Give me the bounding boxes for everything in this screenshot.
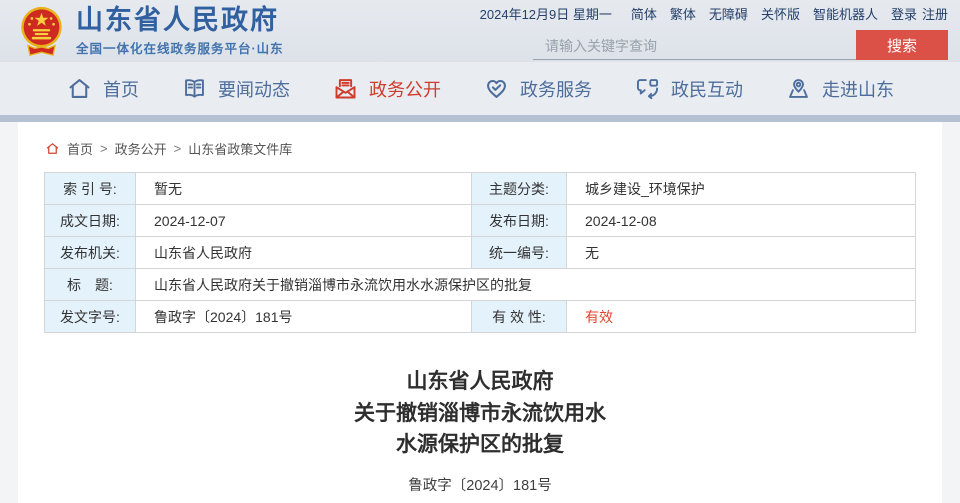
meta-value-written-date: 2024-12-07 — [135, 204, 472, 237]
nav-item-gov-disclosure[interactable]: 政务公开 — [332, 75, 441, 102]
link-register[interactable]: 注册 — [922, 4, 948, 23]
chat-bubbles-icon — [636, 79, 659, 100]
nav-label: 政务服务 — [520, 79, 592, 100]
link-login[interactable]: 登录 — [891, 4, 917, 23]
top-links-bar: 2024年12月9日 星期一 简体 繁体 无障碍 关怀版 智能机器人 登录 注册 — [480, 4, 948, 23]
table-row: 发文字号: 鲁政字〔2024〕181号 有 效 性: 有效 — [44, 300, 916, 333]
heart-icon — [487, 79, 506, 98]
validity-status-badge: 有效 — [566, 300, 916, 333]
document-title-line: 水源保护区的批复 — [396, 433, 564, 456]
breadcrumb-home-icon — [46, 143, 59, 154]
search-input[interactable] — [533, 33, 856, 60]
meta-label-validity: 有 效 性: — [471, 300, 567, 333]
document-title: 山东省人民政府 关于撤销淄博市永流饮用水 水源保护区的批复 — [18, 366, 942, 461]
meta-label-written-date: 成文日期: — [44, 204, 136, 237]
site-header: 山东省人民政府 全国一体化在线政务服务平台·山东 2024年12月9日 星期一 … — [0, 0, 960, 62]
map-pin-icon — [789, 79, 808, 98]
site-title: 山东省人民政府 — [76, 5, 279, 35]
breadcrumb-separator: > — [100, 141, 108, 156]
meta-value-unified-no: 无 — [566, 236, 916, 269]
meta-label-publish-date: 发布日期: — [471, 204, 567, 237]
meta-label-topic: 主题分类: — [471, 172, 567, 205]
link-simplified[interactable]: 简体 — [631, 4, 657, 23]
meta-value-index-no: 暂无 — [135, 172, 472, 205]
search-bar: 搜索 — [533, 30, 948, 60]
meta-value-issuing-agency: 山东省人民政府 — [135, 236, 472, 269]
table-row: 标 题: 山东省人民政府关于撤销淄博市永流饮用水水源保护区的批复 — [44, 268, 916, 301]
meta-label-issuing-agency: 发布机关: — [44, 236, 136, 269]
breadcrumb-gov-disclosure[interactable]: 政务公开 — [115, 139, 167, 158]
nav-item-about-shandong[interactable]: 走进山东 — [785, 75, 894, 102]
link-accessibility[interactable]: 无障碍 — [709, 4, 748, 23]
breadcrumb: 首页 > 政务公开 > 山东省政策文件库 — [18, 122, 942, 158]
nav-item-interaction[interactable]: 政民互动 — [634, 75, 743, 102]
link-care-version[interactable]: 关怀版 — [761, 4, 800, 23]
nav-divider — [0, 115, 960, 122]
book-icon — [185, 79, 204, 98]
table-row: 发布机关: 山东省人民政府 统一编号: 无 — [44, 236, 916, 269]
nav-label: 政务公开 — [369, 79, 441, 100]
national-emblem-logo — [21, 6, 62, 56]
nav-label: 走进山东 — [822, 79, 894, 100]
brand-block: 山东省人民政府 全国一体化在线政务服务平台·山东 — [76, 5, 284, 57]
breadcrumb-policy-library[interactable]: 山东省政策文件库 — [188, 139, 292, 158]
breadcrumb-separator: > — [173, 141, 182, 156]
header-right: 2024年12月9日 星期一 简体 繁体 无障碍 关怀版 智能机器人 登录 注册… — [480, 2, 952, 60]
nav-label: 政民互动 — [671, 79, 743, 100]
meta-label-index-no: 索 引 号: — [44, 172, 136, 205]
document-title-line: 山东省人民政府 — [406, 370, 554, 393]
nav-label: 首页 — [103, 79, 139, 100]
main-nav: 首页 要闻动态 政务公开 政务服务 政民互动 走进山东 — [0, 62, 960, 115]
table-row: 索 引 号: 暂无 主题分类: 城乡建设_环境保护 — [44, 172, 916, 205]
meta-value-topic: 城乡建设_环境保护 — [566, 172, 916, 205]
home-icon — [69, 79, 90, 98]
current-date: 2024年12月9日 星期一 — [479, 7, 612, 22]
link-traditional[interactable]: 繁体 — [670, 4, 696, 23]
meta-label-title: 标 题: — [44, 268, 136, 301]
envelope-doc-icon — [335, 79, 356, 99]
breadcrumb-home[interactable]: 首页 — [67, 139, 93, 158]
document-number: 鲁政字〔2024〕181号 — [408, 477, 552, 494]
meta-label-unified-no: 统一编号: — [471, 236, 567, 269]
meta-value-title: 山东省人民政府关于撤销淄博市永流饮用水水源保护区的批复 — [135, 268, 916, 301]
site-subtitle: 全国一体化在线政务服务平台·山东 — [76, 42, 284, 56]
link-robot[interactable]: 智能机器人 — [813, 4, 878, 23]
document-meta-table: 索 引 号: 暂无 主题分类: 城乡建设_环境保护 成文日期: 2024-12-… — [44, 172, 916, 333]
content-panel: 首页 > 政务公开 > 山东省政策文件库 索 引 号: 暂无 主题分类: 城乡建… — [18, 122, 942, 503]
meta-value-doc-number: 鲁政字〔2024〕181号 — [135, 300, 472, 333]
meta-value-publish-date: 2024-12-08 — [566, 204, 916, 237]
search-button[interactable]: 搜索 — [856, 30, 948, 60]
meta-label-doc-number: 发文字号: — [44, 300, 136, 333]
nav-label: 要闻动态 — [218, 79, 290, 100]
nav-item-gov-services[interactable]: 政务服务 — [483, 75, 592, 102]
nav-item-home[interactable]: 首页 — [66, 75, 139, 102]
document-title-line: 关于撤销淄博市永流饮用水 — [354, 401, 606, 425]
table-row: 成文日期: 2024-12-07 发布日期: 2024-12-08 — [44, 204, 916, 237]
nav-item-news[interactable]: 要闻动态 — [181, 75, 290, 102]
